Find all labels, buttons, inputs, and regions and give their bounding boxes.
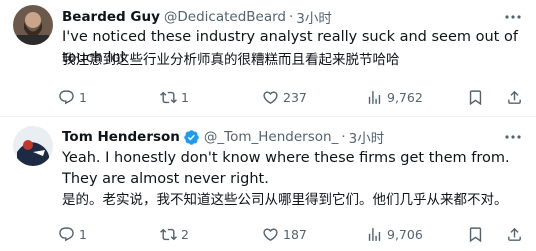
separator: · — [289, 9, 294, 25]
tweet-translation: 是的。老实说，我不知道这些公司从哪里得到它们。他们几乎从来都不对。 — [62, 192, 508, 208]
bookmark-button[interactable] — [467, 226, 484, 243]
tweet-translation: 我注意到这些行业分析师真的很糟糕而且看起来脱节哈哈 — [62, 52, 400, 68]
verified-badge-icon — [183, 129, 200, 146]
view-count: 9,706 — [387, 227, 423, 242]
action-bar: 1 1 237 9,762 — [55, 89, 525, 109]
reply-icon — [59, 90, 74, 105]
more-icon[interactable] — [504, 8, 522, 26]
tweet-header: Tom Henderson @_Tom_Henderson_ · 3小时 — [62, 127, 384, 147]
share-icon — [508, 227, 521, 241]
tweet-text: Yeah. I honestly don't know where these … — [62, 150, 510, 187]
heart-icon — [263, 91, 278, 104]
bookmark-icon — [469, 90, 482, 106]
share-button[interactable] — [506, 226, 523, 243]
author-name[interactable]: Bearded Guy — [62, 9, 160, 25]
like-count: 237 — [283, 90, 307, 105]
reply-count: 1 — [79, 227, 87, 242]
retweet-button[interactable]: 2 — [160, 226, 189, 243]
reply-count: 1 — [79, 90, 87, 105]
views-button[interactable]: 9,706 — [366, 226, 423, 243]
separator: · — [341, 129, 346, 145]
share-icon — [508, 90, 521, 104]
author-name[interactable]: Tom Henderson — [62, 129, 180, 145]
like-button[interactable]: 237 — [262, 89, 307, 106]
author-handle[interactable]: @DedicatedBeard — [164, 9, 286, 25]
tweet-1[interactable]: Bearded Guy @DedicatedBeard · 3小时 I've n… — [0, 0, 536, 117]
retweet-count: 1 — [181, 90, 189, 105]
views-icon — [368, 228, 381, 241]
action-bar: 1 2 187 9,706 — [55, 226, 525, 246]
tweet-header: Bearded Guy @DedicatedBeard · 3小时 — [62, 7, 332, 27]
view-count: 9,762 — [387, 90, 423, 105]
heart-icon — [263, 228, 278, 241]
retweet-icon — [160, 91, 177, 104]
retweet-button[interactable]: 1 — [160, 89, 189, 106]
tweet-2[interactable]: Tom Henderson @_Tom_Henderson_ · 3小时 Yea… — [0, 118, 536, 251]
retweet-count: 2 — [181, 227, 189, 242]
views-button[interactable]: 9,762 — [366, 89, 423, 106]
bookmark-icon — [469, 227, 482, 243]
more-icon[interactable] — [504, 128, 522, 146]
timestamp[interactable]: 3小时 — [349, 127, 385, 147]
reply-button[interactable]: 1 — [58, 226, 87, 243]
like-count: 187 — [283, 227, 307, 242]
author-handle[interactable]: @_Tom_Henderson_ — [204, 129, 338, 145]
reply-icon — [59, 227, 74, 242]
retweet-icon — [160, 228, 177, 241]
reply-button[interactable]: 1 — [58, 89, 87, 106]
avatar[interactable] — [13, 126, 53, 166]
share-button[interactable] — [506, 89, 523, 106]
like-button[interactable]: 187 — [262, 226, 307, 243]
timestamp[interactable]: 3小时 — [296, 7, 332, 27]
bookmark-button[interactable] — [467, 89, 484, 106]
views-icon — [368, 91, 381, 104]
avatar[interactable] — [13, 5, 53, 45]
